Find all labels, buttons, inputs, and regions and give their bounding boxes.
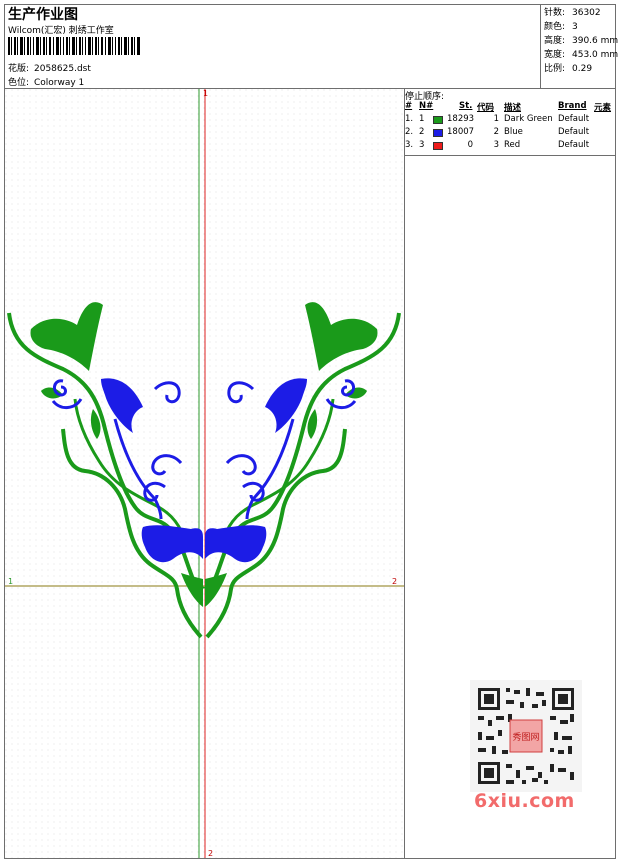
- company-name: Wilcom(汇宏) 刺绣工作室: [8, 26, 114, 36]
- col-brand: Brand: [558, 101, 587, 111]
- svg-text:秀图网: 秀图网: [512, 731, 539, 743]
- panel-bottom-line: [405, 155, 615, 156]
- page-title: 生产作业图: [8, 7, 78, 23]
- col-code: 代码: [477, 103, 495, 113]
- col-hash: #: [405, 101, 413, 111]
- axis-label-top: 1: [203, 89, 209, 98]
- col-elements: 元素: [594, 103, 612, 113]
- watermark-site: 6xiu.com: [474, 790, 575, 812]
- colorway-value: Colorway 1: [34, 78, 85, 88]
- stat-stitches: 针数: 36302: [544, 8, 601, 18]
- design-canvas[interactable]: [5, 89, 404, 858]
- stat-colors: 颜色: 3: [544, 22, 578, 32]
- axis-label-bottom: 2: [208, 849, 214, 858]
- color-swatch-green: [433, 116, 443, 124]
- panel-divider: [404, 89, 405, 858]
- axis-label-left: 1: [8, 577, 14, 586]
- design-label: 花版:: [8, 64, 30, 74]
- col-no: N#: [419, 101, 434, 111]
- color-swatch-blue: [433, 129, 443, 137]
- stat-scale: 比例: 0.29: [544, 64, 593, 74]
- col-st: St.: [459, 101, 473, 111]
- col-desc: 描述: [504, 103, 522, 113]
- design-info: 花版: 2058625.dst: [8, 61, 91, 74]
- colorway-label: 色位:: [8, 78, 30, 88]
- colorway-info: 色位: Colorway 1: [8, 75, 84, 88]
- color-swatch-red: [433, 142, 443, 150]
- stat-height: 高度: 390.6 mm: [544, 36, 619, 46]
- qr-code: 秀图网: [470, 680, 582, 792]
- design-stats: 针数: 36302 颜色: 3 高度: 390.6 mm 宽度: 453.0 mm 比例…: [544, 6, 618, 76]
- barcode: [8, 37, 140, 55]
- axis-label-right: 2: [392, 577, 398, 586]
- stat-width: 宽度: 453.0 mm: [544, 50, 619, 60]
- stats-divider: [540, 4, 541, 88]
- design-value: 2058625.dst: [34, 64, 91, 74]
